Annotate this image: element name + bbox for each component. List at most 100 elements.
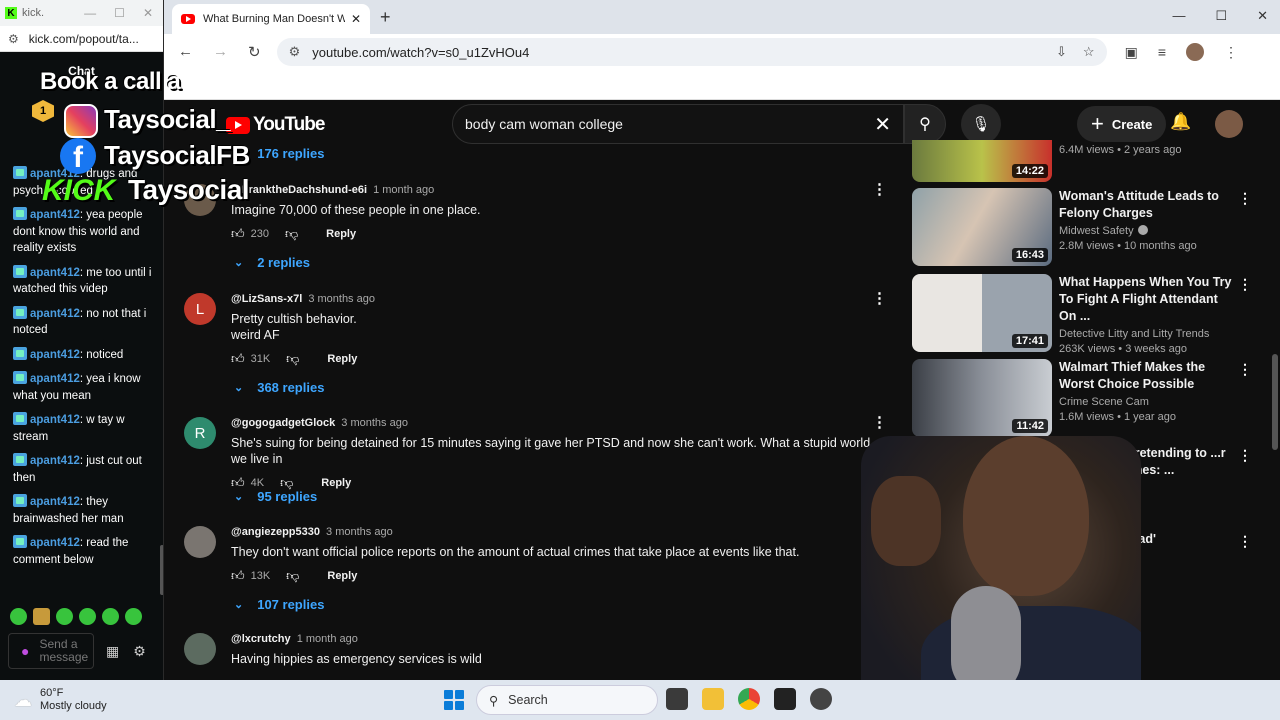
search-input[interactable]: body cam woman college ✕: [452, 104, 904, 144]
comment-avatar[interactable]: L: [184, 293, 216, 325]
new-tab-icon[interactable]: +: [380, 7, 391, 28]
comment-menu-icon[interactable]: ⋮: [872, 413, 887, 431]
replies-toggle[interactable]: ⌄ 2 replies: [234, 255, 310, 270]
reload-icon[interactable]: ↻: [248, 43, 261, 61]
video-menu-icon[interactable]: ⋮: [1238, 276, 1252, 293]
dislike-thumb-icon[interactable]: 👎︎: [286, 568, 299, 584]
video-title[interactable]: Woman's Attitude Leads to Felony Charges: [1059, 188, 1234, 222]
chat-username[interactable]: apant412: [30, 209, 80, 221]
video-menu-icon[interactable]: ⋮: [1238, 533, 1252, 550]
taskbar-search[interactable]: ⚲ Search: [476, 685, 658, 715]
emote-icon[interactable]: [10, 608, 27, 625]
reply-button[interactable]: Reply: [321, 477, 351, 489]
site-info-icon[interactable]: ⚙: [8, 32, 19, 46]
video-thumbnail[interactable]: 16:43: [912, 188, 1052, 266]
channel-name[interactable]: Crime Scene Cam: [1059, 396, 1234, 408]
video-thumbnail[interactable]: 14:22: [912, 140, 1052, 182]
channel-name[interactable]: Midwest Safety: [1059, 225, 1234, 237]
chat-username[interactable]: apant412: [30, 267, 80, 279]
microphone-icon[interactable]: ●: [21, 644, 29, 658]
channel-name[interactable]: Detective Litty and Litty Trends: [1059, 328, 1234, 340]
chat-username[interactable]: apant412: [30, 349, 80, 361]
app-icon[interactable]: [810, 688, 832, 710]
chat-username[interactable]: apant412: [30, 496, 80, 508]
bookmark-star-icon[interactable]: ☆: [1083, 44, 1095, 60]
minimize-icon[interactable]: —: [84, 6, 96, 20]
notifications-bell-icon[interactable]: 🔔: [1170, 112, 1191, 132]
minimize-icon[interactable]: —: [1172, 8, 1185, 24]
recommendation-item[interactable]: 14:22 6.4M views • 2 years ago: [912, 140, 1252, 182]
tab-close-icon[interactable]: ✕: [351, 12, 361, 26]
weather-widget[interactable]: ☁ 60°F Mostly cloudy: [14, 687, 107, 713]
menu-kebab-icon[interactable]: ⋮: [1224, 44, 1238, 61]
chat-message-input[interactable]: ● Send a message: [8, 633, 94, 669]
install-app-icon[interactable]: ⇩: [1056, 44, 1067, 60]
store-icon[interactable]: ▦: [106, 643, 119, 660]
video-menu-icon[interactable]: ⋮: [1238, 447, 1252, 464]
task-view-icon[interactable]: [666, 688, 688, 710]
replies-toggle[interactable]: ⌄ 107 replies: [234, 597, 324, 612]
recommendation-item[interactable]: 11:42 Walmart Thief Makes the Worst Choi…: [912, 359, 1252, 441]
comment-avatar[interactable]: [184, 526, 216, 558]
comment-time[interactable]: 1 month ago: [373, 184, 434, 196]
recommendation-item[interactable]: 17:41 What Happens When You Try To Fight…: [912, 274, 1252, 356]
video-thumbnail[interactable]: 11:42: [912, 359, 1052, 437]
comment-avatar[interactable]: R: [184, 417, 216, 449]
chat-username[interactable]: apant412: [30, 414, 80, 426]
file-explorer-icon[interactable]: [702, 688, 724, 710]
emote-icon[interactable]: [56, 608, 73, 625]
comment-avatar[interactable]: [184, 633, 216, 665]
comment-author[interactable]: @gogogadgetGlock: [231, 417, 335, 429]
recommendation-item[interactable]: 16:43 Woman's Attitude Leads to Felony C…: [912, 188, 1252, 270]
back-arrow-icon[interactable]: ←: [178, 43, 193, 61]
chat-username[interactable]: apant412: [30, 455, 80, 467]
youtube-logo[interactable]: YouTube: [226, 114, 325, 136]
like-thumb-icon[interactable]: 👍︎: [231, 226, 245, 242]
comment-author[interactable]: @angiezepp5330: [231, 526, 320, 538]
tab-youtube[interactable]: What Burning Man Doesn't Wa ✕: [172, 4, 370, 34]
chrome-icon[interactable]: [738, 688, 760, 710]
comment-time[interactable]: 1 month ago: [297, 633, 358, 645]
video-title[interactable]: Walmart Thief Makes the Worst Choice Pos…: [1059, 359, 1234, 393]
omnibox[interactable]: ⚙ youtube.com/watch?v=s0_u1ZvHOu4 ⇩ ☆: [276, 38, 1107, 66]
emote-icon[interactable]: [79, 608, 96, 625]
maximize-icon[interactable]: ☐: [114, 6, 125, 20]
windows-start-icon[interactable]: [444, 690, 464, 710]
clear-search-icon[interactable]: ✕: [874, 112, 891, 137]
comment-time[interactable]: 3 months ago: [326, 526, 393, 538]
page-scrollbar[interactable]: [1272, 354, 1278, 450]
obs-icon[interactable]: [774, 688, 796, 710]
emote-icon[interactable]: [33, 608, 50, 625]
comment-menu-icon[interactable]: ⋮: [872, 289, 887, 307]
reply-button[interactable]: Reply: [327, 353, 357, 365]
chat-username[interactable]: apant412: [30, 537, 80, 549]
video-menu-icon[interactable]: ⋮: [1238, 361, 1252, 378]
dislike-thumb-icon[interactable]: 👎︎: [285, 226, 298, 242]
emote-icon[interactable]: [102, 608, 119, 625]
chat-username[interactable]: apant412: [30, 373, 80, 385]
comment-menu-icon[interactable]: ⋮: [872, 180, 887, 198]
video-thumbnail[interactable]: 17:41: [912, 274, 1052, 352]
close-icon[interactable]: ✕: [1257, 8, 1268, 24]
reply-button[interactable]: Reply: [327, 570, 357, 582]
profile-avatar[interactable]: [1185, 43, 1204, 61]
voice-search-button[interactable]: 🎙: [961, 104, 1001, 144]
account-avatar[interactable]: [1215, 110, 1243, 138]
settings-gear-icon[interactable]: ⚙: [133, 643, 146, 660]
comment-time[interactable]: 3 months ago: [341, 417, 408, 429]
forward-arrow-icon[interactable]: →: [213, 43, 228, 61]
replies-toggle[interactable]: ⌄ 368 replies: [234, 380, 324, 395]
comment-author[interactable]: @LizSans-x7l: [231, 293, 302, 305]
create-button[interactable]: + Create: [1077, 106, 1167, 142]
like-thumb-icon[interactable]: 👍︎: [231, 351, 245, 367]
search-button[interactable]: ⚲: [904, 104, 946, 144]
maximize-icon[interactable]: ☐: [1215, 8, 1227, 24]
dislike-thumb-icon[interactable]: 👎︎: [286, 351, 299, 367]
kick-address-bar[interactable]: ⚙ kick.com/popout/ta...: [0, 26, 163, 52]
side-panel-icon[interactable]: ▣: [1125, 44, 1138, 61]
like-thumb-icon[interactable]: 👍︎: [231, 568, 245, 584]
emote-icon[interactable]: [125, 608, 142, 625]
comment-time[interactable]: 3 months ago: [308, 293, 375, 305]
comment-author[interactable]: @lxcrutchy: [231, 633, 291, 645]
site-info-icon[interactable]: ⚙: [289, 44, 301, 60]
